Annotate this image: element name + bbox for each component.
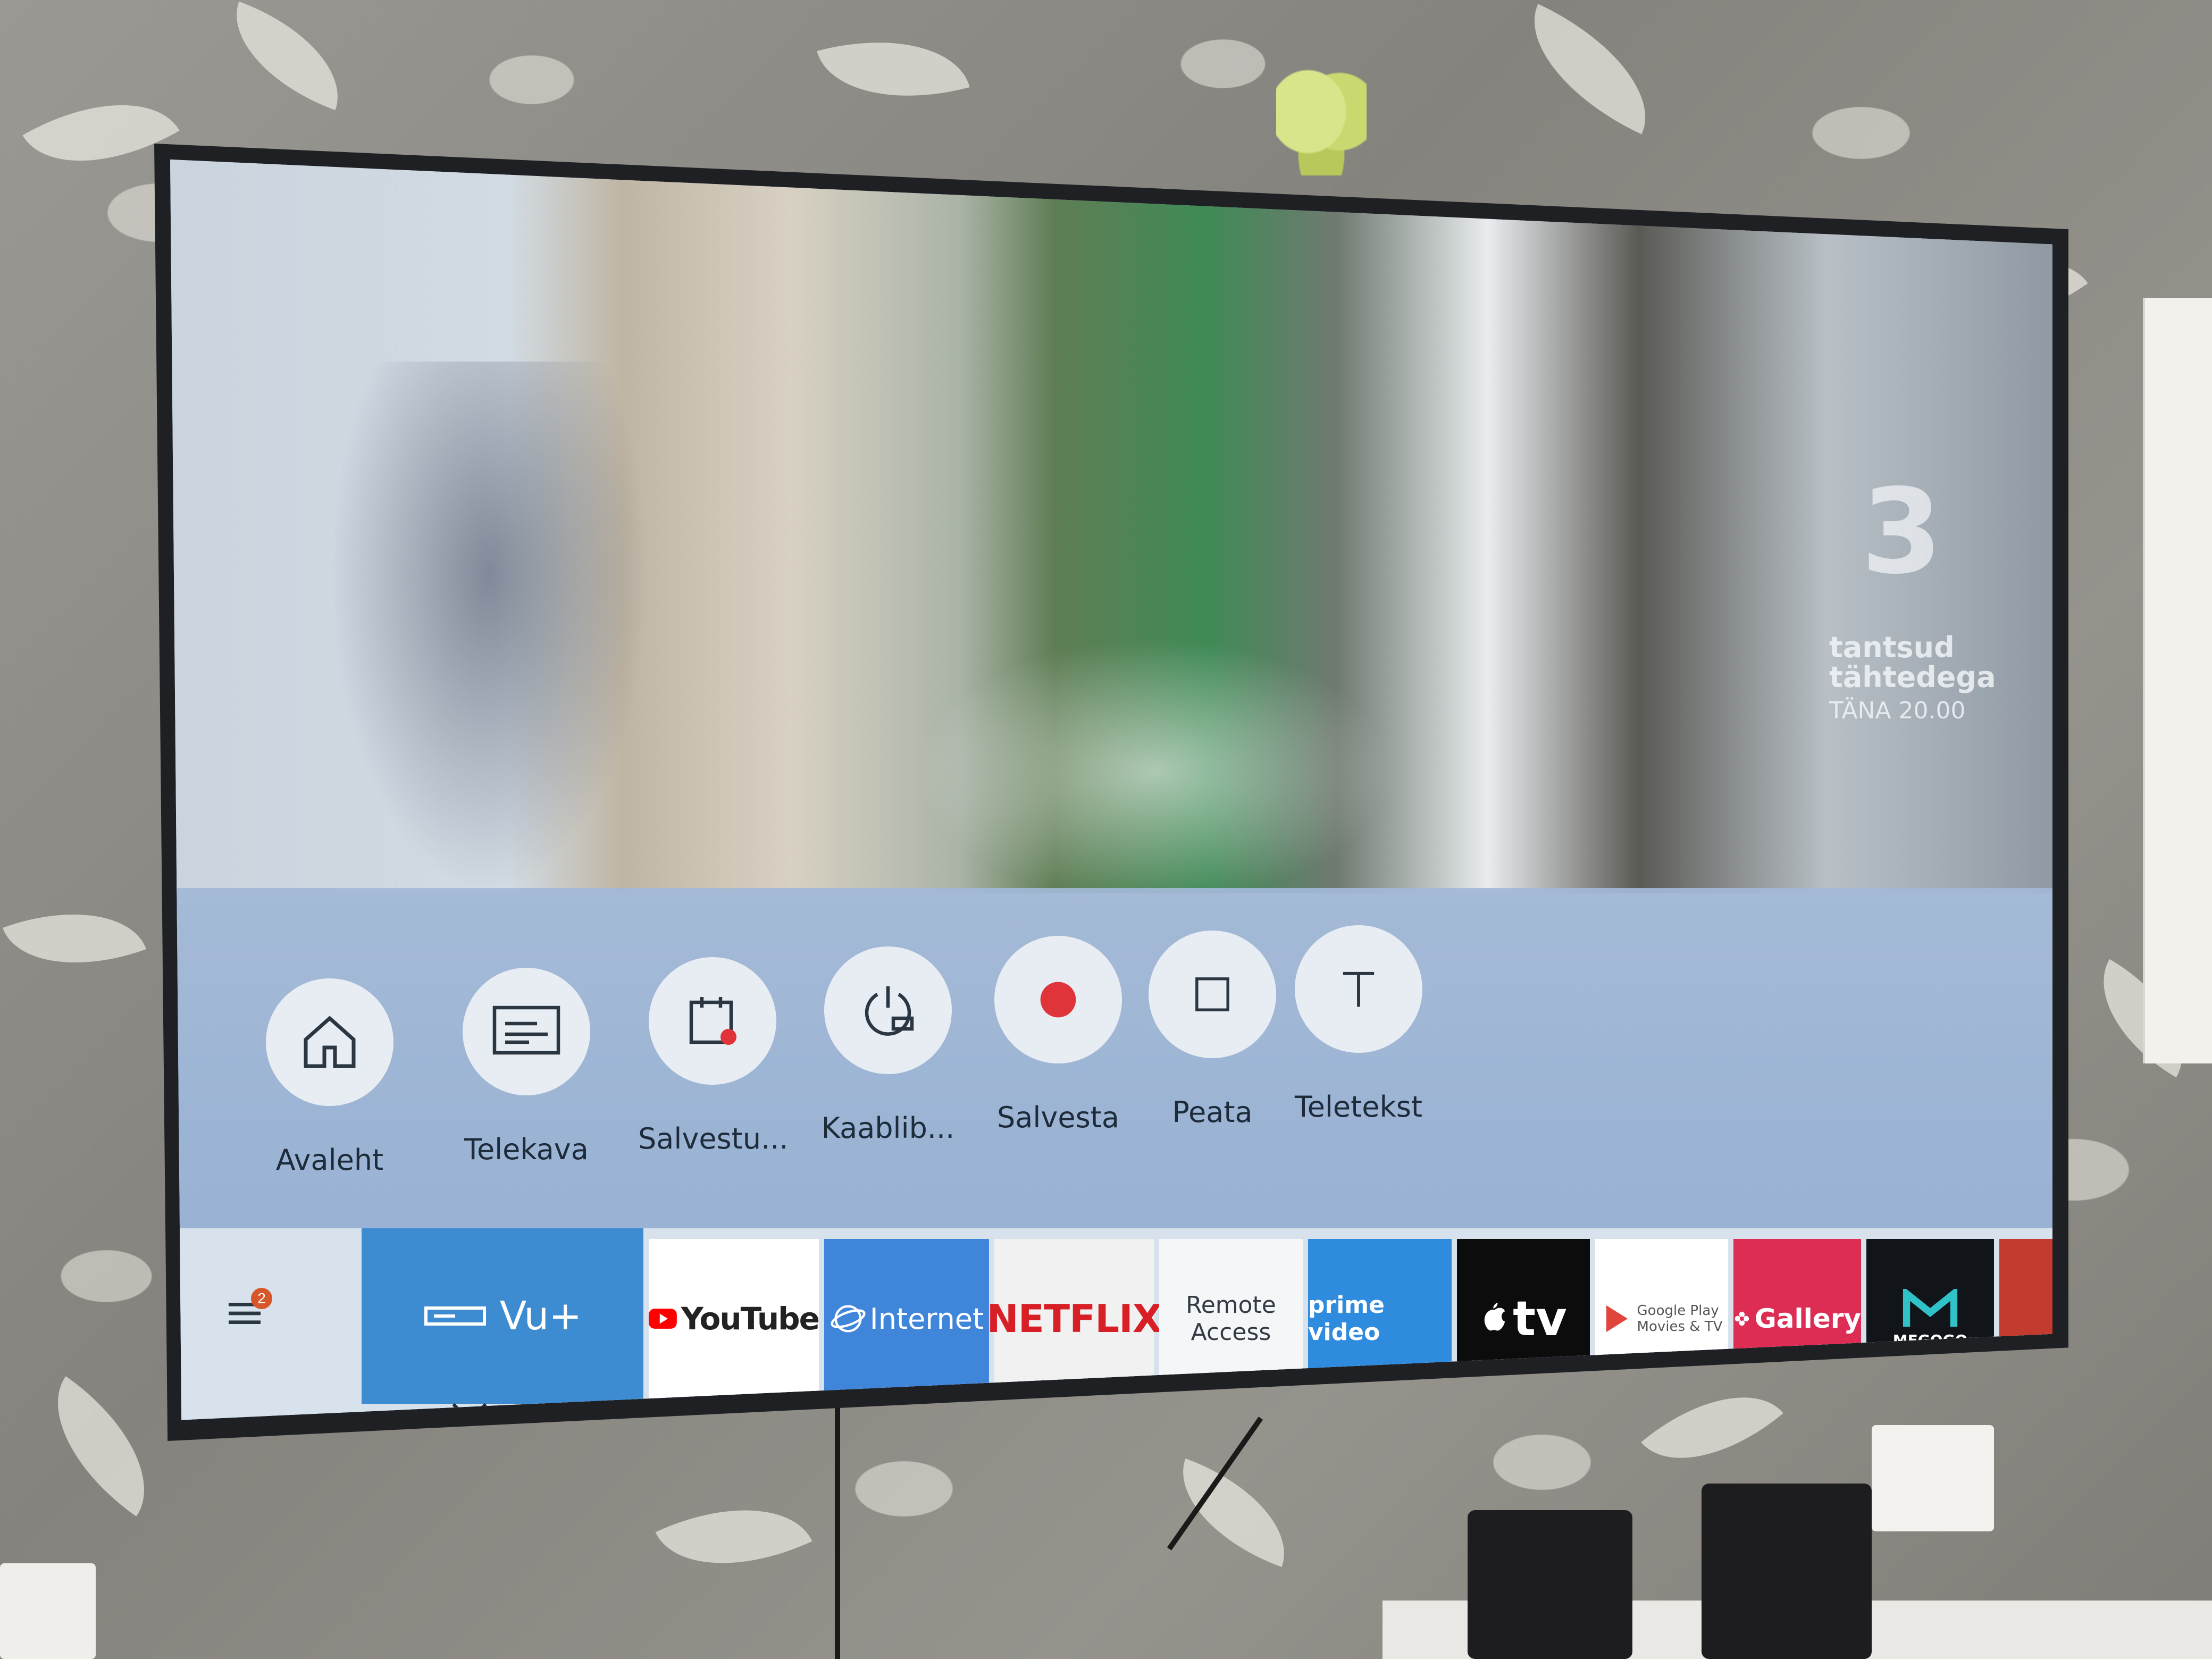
app-label-line2: Movies & TV [1637, 1319, 1723, 1335]
power-timer-icon [824, 946, 952, 1074]
megogo-icon [1903, 1288, 1958, 1327]
app-label: Internet [869, 1302, 984, 1336]
speaker [1702, 1484, 1872, 1659]
app-label: NETFLIX [986, 1296, 1162, 1341]
quick-action-stop[interactable]: Peata [1138, 931, 1287, 1129]
screen-reflection [330, 362, 649, 893]
speaker [1468, 1510, 1632, 1659]
quick-action-label: Kaablib... [821, 1111, 955, 1145]
quick-action-home[interactable]: Avaleht [255, 978, 404, 1177]
quick-action-cable[interactable]: Kaablib... [814, 946, 962, 1145]
power-outlet [1872, 1425, 1994, 1531]
app-label: Vu+ [499, 1293, 582, 1339]
globe-icon [831, 1305, 866, 1333]
channel-logo: 3 [1861, 464, 1943, 600]
set-top-box-icon [424, 1306, 486, 1326]
app-tile-netflix[interactable]: NETFLIX [987, 1239, 1162, 1398]
youtube-icon [649, 1309, 677, 1329]
app-label: YouTube [681, 1301, 820, 1337]
quick-action-label: Telekava [464, 1133, 589, 1166]
channel-promo: tantsud tähtedega TÄNA 20.00 [1829, 633, 2021, 730]
power-outlet [0, 1563, 96, 1659]
app-label-line1: Remote [1186, 1292, 1276, 1319]
wall-cabinet [2143, 298, 2212, 1063]
calendar-record-icon [649, 957, 776, 1085]
quick-action-teletext[interactable]: Teletekst [1284, 925, 1433, 1124]
apple-icon [1484, 1302, 1505, 1331]
promo-title-line1: tantsud [1829, 631, 1955, 664]
menu-button[interactable]: 2 [207, 1276, 282, 1351]
app-tile-youtube[interactable]: YouTube [649, 1239, 820, 1398]
cable [835, 1404, 840, 1659]
quick-action-guide[interactable]: Telekava [452, 968, 601, 1166]
quick-action-label: Salvesta [997, 1101, 1119, 1134]
teletext-icon [1295, 925, 1422, 1053]
app-label-group: Google Play Movies & TV [1637, 1303, 1723, 1335]
guide-icon [463, 968, 590, 1095]
quick-action-label: Peata [1172, 1095, 1253, 1129]
app-label: tv [1513, 1291, 1567, 1347]
home-icon [266, 978, 393, 1106]
flower-icon [1735, 1311, 1749, 1326]
app-label: prime video [1308, 1292, 1385, 1346]
promo-time: TÄNA 20.00 [1829, 697, 1966, 724]
butterfly-decoration [1276, 69, 1367, 175]
quick-action-record[interactable]: Salvesta [984, 936, 1133, 1134]
app-label-line1: Google Play [1637, 1303, 1719, 1319]
screen-glare [915, 638, 1393, 904]
record-icon [994, 936, 1122, 1063]
quick-action-label: Avaleht [275, 1143, 384, 1177]
quick-action-label: Salvestu... [638, 1122, 789, 1155]
tv-screen: 3 tantsud tähtedega TÄNA 20.00 Avaleht T… [170, 160, 2052, 1420]
notification-badge: 2 [251, 1288, 272, 1309]
stop-icon [1149, 931, 1276, 1058]
app-tile-vu[interactable]: Vu+ [362, 1228, 643, 1404]
app-label-line2: Access [1191, 1319, 1271, 1346]
quick-action-label: Teletekst [1294, 1090, 1423, 1124]
app-label: Gallery [1754, 1303, 1861, 1334]
google-play-icon [1606, 1305, 1628, 1332]
promo-title-line2: tähtedega [1829, 660, 1996, 694]
quick-action-recordings[interactable]: Salvestu... [638, 957, 789, 1155]
app-tile-internet[interactable]: Internet [824, 1239, 989, 1398]
